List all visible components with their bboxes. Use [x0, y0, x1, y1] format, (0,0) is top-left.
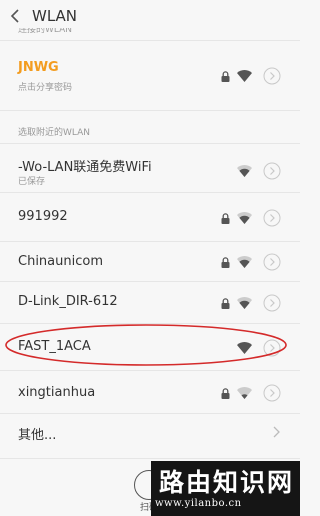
section-label-nearby: 选取附近的WLAN	[18, 128, 91, 138]
divider	[0, 40, 300, 41]
lock-icon	[221, 298, 230, 309]
details-arrow-icon[interactable]	[263, 162, 281, 180]
network-row-connected[interactable]: JNWG 点击分享密码	[0, 50, 300, 100]
network-row[interactable]: -Wo-LAN联通免费WiFi 已保存	[0, 144, 300, 191]
watermark-title: 路由知识网	[159, 468, 295, 497]
wifi-signal-icon	[237, 212, 252, 224]
chevron-right-icon	[273, 426, 280, 438]
network-name: JNWG	[18, 60, 59, 75]
page-title: WLAN	[32, 7, 78, 25]
wifi-signal-icon	[237, 256, 252, 268]
watermark: 路由知识网 www.yilanbo.cn	[151, 461, 300, 516]
details-arrow-icon[interactable]	[263, 294, 281, 312]
divider	[0, 458, 300, 459]
lock-icon	[221, 257, 230, 268]
watermark-url: www.yilanbo.cn	[155, 498, 242, 509]
network-name: xingtianhua	[18, 385, 96, 400]
network-row[interactable]: Chinaunicom	[0, 242, 300, 280]
network-name: D-Link_DIR-612	[18, 294, 118, 309]
network-status: 点击分享密码	[18, 83, 73, 93]
network-name: 991992	[18, 209, 68, 224]
lock-icon	[221, 71, 230, 82]
network-row[interactable]: xingtianhua	[0, 371, 300, 413]
wifi-signal-icon	[237, 297, 252, 309]
details-arrow-icon[interactable]	[263, 209, 281, 227]
back-icon[interactable]	[8, 8, 22, 24]
network-name: Chinaunicom	[18, 254, 103, 269]
details-arrow-icon[interactable]	[263, 67, 281, 85]
details-arrow-icon[interactable]	[263, 253, 281, 271]
section-label-connected: 连接的WLAN	[18, 28, 73, 35]
wifi-signal-icon	[237, 387, 252, 399]
network-status: 已保存	[18, 177, 46, 187]
lock-icon	[221, 388, 230, 399]
details-arrow-icon[interactable]	[263, 384, 281, 402]
network-row[interactable]: D-Link_DIR-612	[0, 282, 300, 322]
network-row[interactable]: 991992	[0, 193, 300, 240]
highlight-circle-annotation	[5, 324, 287, 366]
network-name: -Wo-LAN联通免费WiFi	[18, 160, 152, 175]
wifi-signal-icon	[237, 165, 252, 177]
wifi-signal-icon	[237, 70, 252, 82]
other-networks-row[interactable]: 其他...	[0, 414, 300, 452]
lock-icon	[221, 213, 230, 224]
divider	[0, 110, 300, 111]
other-label: 其他...	[18, 428, 57, 443]
